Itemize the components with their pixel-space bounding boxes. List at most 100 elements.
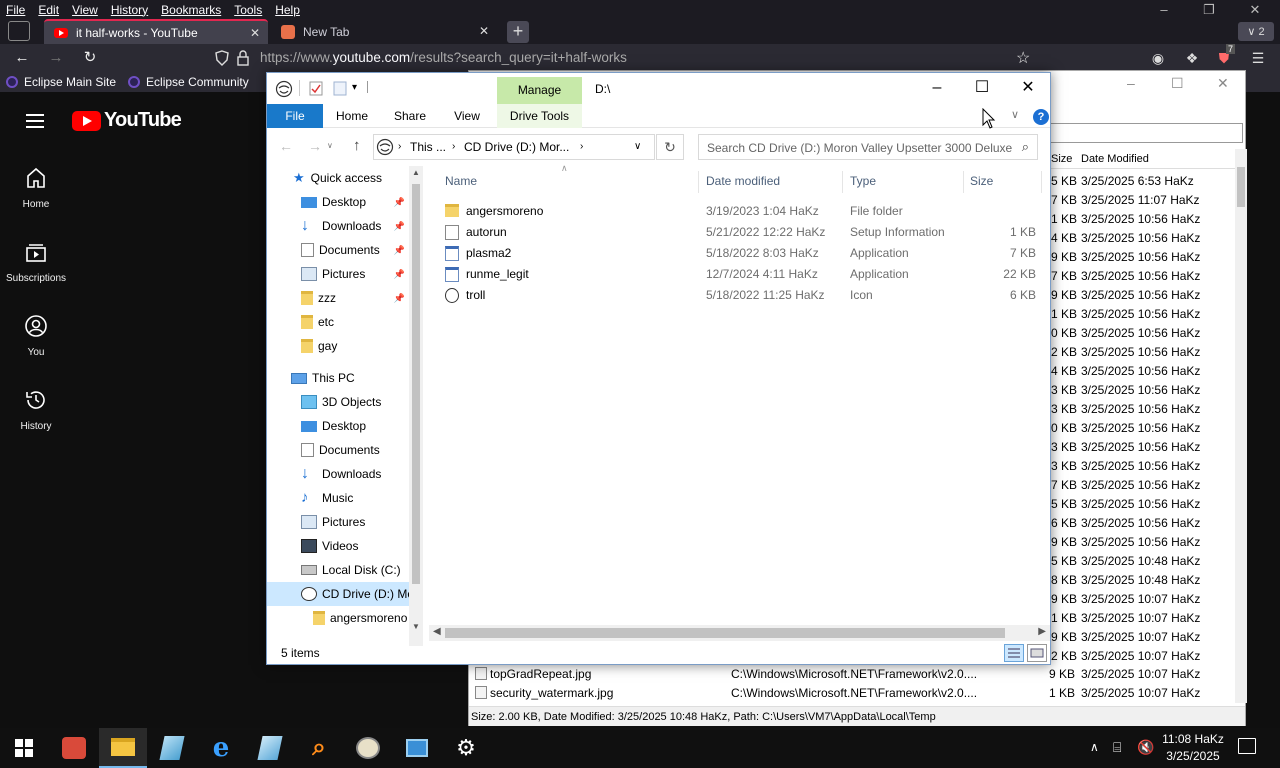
column-divider[interactable] [1041,171,1042,193]
show-hidden-icons[interactable]: ∧ [1090,740,1099,754]
taskbar-app-1[interactable] [148,728,196,768]
bookmark-eclipse-community[interactable]: Eclipse Community [128,75,249,89]
col-type[interactable]: Type [850,174,876,188]
menu-tools[interactable]: Tools [234,3,262,17]
table-row[interactable]: 7 KB 3/25/2025 10:56 HaKz [1049,475,1237,494]
volume-muted-icon[interactable]: 🔇 [1137,739,1154,756]
refresh-button[interactable]: ↻ [656,134,684,160]
shield-icon[interactable] [214,50,230,66]
chevron-right-icon[interactable]: › [580,141,583,152]
table-row[interactable]: 5 KB 3/25/2025 6:53 HaKz [1049,171,1237,190]
bg-search-box[interactable] [1049,123,1243,143]
firefox-restore-button[interactable]: ❐ [1186,0,1232,19]
explorer-maximize-button[interactable]: ☐ [959,76,1005,100]
guide-history[interactable]: History [0,388,72,432]
large-icons-view-button[interactable] [1027,644,1047,662]
nav-this-pc[interactable]: This PC [267,366,409,390]
list-all-tabs-button[interactable]: ∨ 2 [1238,22,1274,41]
chevron-right-icon[interactable]: › [398,141,401,152]
table-row[interactable]: 9 KB 3/25/2025 10:56 HaKz [1049,247,1237,266]
file-row[interactable]: autorun 5/21/2022 12:22 HaKz Setup Informa… [437,222,1040,243]
breadcrumb-cd-drive[interactable]: CD Drive (D:) Mor... [464,140,569,154]
new-folder-icon[interactable] [333,81,347,96]
nav-item-etc[interactable]: etc [267,310,409,334]
breadcrumb-this-pc[interactable]: This ... [410,140,446,154]
table-row[interactable]: 3 KB 3/25/2025 10:56 HaKz [1049,399,1237,418]
nav-item-zzz[interactable]: zzz 📌 [267,286,409,310]
yt-menu-icon[interactable] [26,114,44,128]
table-row[interactable]: 5 KB 3/25/2025 10:48 HaKz [1049,551,1237,570]
firefox-view-button[interactable] [8,21,30,41]
scroll-right-icon[interactable]: ▶ [1038,626,1046,637]
extensions-icon[interactable]: ❖ [1182,48,1202,68]
file-row[interactable]: angersmoreno 3/19/2023 1:04 HaKz File fold… [437,201,1040,222]
taskbar-file-explorer[interactable] [99,728,147,768]
system-clock[interactable]: 11:08 HaKz 3/25/2025 [1160,731,1226,765]
scroll-up-icon[interactable]: ▲ [412,168,420,177]
file-row[interactable]: runme_legit 12/7/2024 4:11 HaKz Applicatio… [437,264,1040,285]
nav-item-music[interactable]: ♪ Music [267,486,409,510]
expand-ribbon-icon[interactable]: ∨ [1011,108,1019,121]
start-button[interactable] [0,728,48,768]
table-row[interactable]: 9 KB 3/25/2025 10:07 HaKz [1049,627,1237,646]
guide-subscriptions[interactable]: Subscriptions [0,240,72,284]
file-row[interactable]: plasma2 5/18/2022 8:03 HaKz Application 7 K… [437,243,1040,264]
tab-youtube[interactable]: it half-works - YouTube ✕ [44,19,268,44]
tab-share[interactable]: Share [387,104,433,128]
close-tab-icon[interactable]: ✕ [479,24,489,38]
notifications-icon[interactable] [1238,738,1256,754]
url-bar[interactable]: https://www.youtube.com/results?search_q… [206,46,1042,70]
table-row[interactable]: 1 KB 3/25/2025 10:07 HaKz [1049,608,1237,627]
table-row[interactable]: 0 KB 3/25/2025 10:56 HaKz [1049,323,1237,342]
nav-item-local-disk-c[interactable]: Local Disk (C:) [267,558,409,582]
table-row[interactable]: 7 KB 3/25/2025 11:07 HaKz [1049,190,1237,209]
chevron-down-icon[interactable]: ∨ [634,141,641,152]
col-date[interactable]: Date modified [706,174,780,188]
taskbar-app-2[interactable] [246,728,294,768]
nav-item-documents[interactable]: Documents [267,438,409,462]
file-row[interactable]: troll 5/18/2022 11:25 HaKz Icon 6 KB [437,285,1040,306]
list-item[interactable]: security_watermark.jpg C:\Windows\Micros… [469,683,1235,702]
bg-vertical-scrollbar[interactable] [1235,149,1247,703]
help-icon[interactable]: ? [1033,109,1049,125]
firefox-minimize-button[interactable]: – [1141,0,1187,19]
bg-scroll-thumb[interactable] [1237,167,1245,207]
table-row[interactable]: 6 KB 3/25/2025 10:56 HaKz [1049,513,1237,532]
nav-item-downloads[interactable]: ↓ Downloads 📌 [267,214,409,238]
nav-item-desktop[interactable]: Desktop [267,414,409,438]
table-row[interactable]: 4 KB 3/25/2025 10:56 HaKz [1049,361,1237,380]
search-input[interactable]: Search CD Drive (D:) Moron Valley Upsett… [698,134,1038,160]
table-row[interactable]: 3 KB 3/25/2025 10:56 HaKz [1049,380,1237,399]
table-row[interactable]: 1 KB 3/25/2025 10:56 HaKz [1049,209,1237,228]
bg-col-size[interactable]: Size [1051,153,1072,165]
recent-locations-icon[interactable]: ∨ [327,141,333,150]
details-view-button[interactable] [1004,644,1024,662]
menu-help[interactable]: Help [275,3,300,17]
taskbar-firefox[interactable] [50,728,98,768]
table-row[interactable]: 3 KB 3/25/2025 10:56 HaKz [1049,437,1237,456]
back-arrow-icon[interactable]: ← [279,138,293,154]
bg-maximize-button[interactable]: ☐ [1171,75,1184,92]
nav-item-videos[interactable]: Videos [267,534,409,558]
guide-home[interactable]: Home [0,166,72,210]
taskbar-internet-explorer[interactable]: e [197,728,245,768]
bg-col-date[interactable]: Date Modified [1081,153,1149,165]
hamburger-menu-icon[interactable]: ☰ [1248,48,1268,68]
new-tab-button[interactable]: + [507,21,529,43]
horizontal-scroll-thumb[interactable] [445,628,1005,638]
table-row[interactable]: 7 KB 3/25/2025 10:56 HaKz [1049,266,1237,285]
taskbar-search-app[interactable]: ⌕ [295,728,343,768]
nav-item-3d-objects[interactable]: 3D Objects [267,390,409,414]
nav-item-pictures[interactable]: Pictures 📌 [267,262,409,286]
tab-file[interactable]: File [267,104,323,128]
table-row[interactable]: 9 KB 3/25/2025 10:56 HaKz [1049,532,1237,551]
menu-edit[interactable]: Edit [38,3,59,17]
taskbar-paint[interactable] [344,728,392,768]
explorer-close-button[interactable]: ✕ [1005,76,1051,100]
nav-item-cd-drive-d-mo[interactable]: CD Drive (D:) Mo [267,582,414,606]
col-name[interactable]: Name [445,174,477,188]
taskbar-settings[interactable]: ⚙ [442,728,490,768]
chevron-right-icon[interactable]: › [452,141,455,152]
bookmark-eclipse-main[interactable]: Eclipse Main Site [6,75,116,89]
table-row[interactable]: 3 KB 3/25/2025 10:56 HaKz [1049,456,1237,475]
